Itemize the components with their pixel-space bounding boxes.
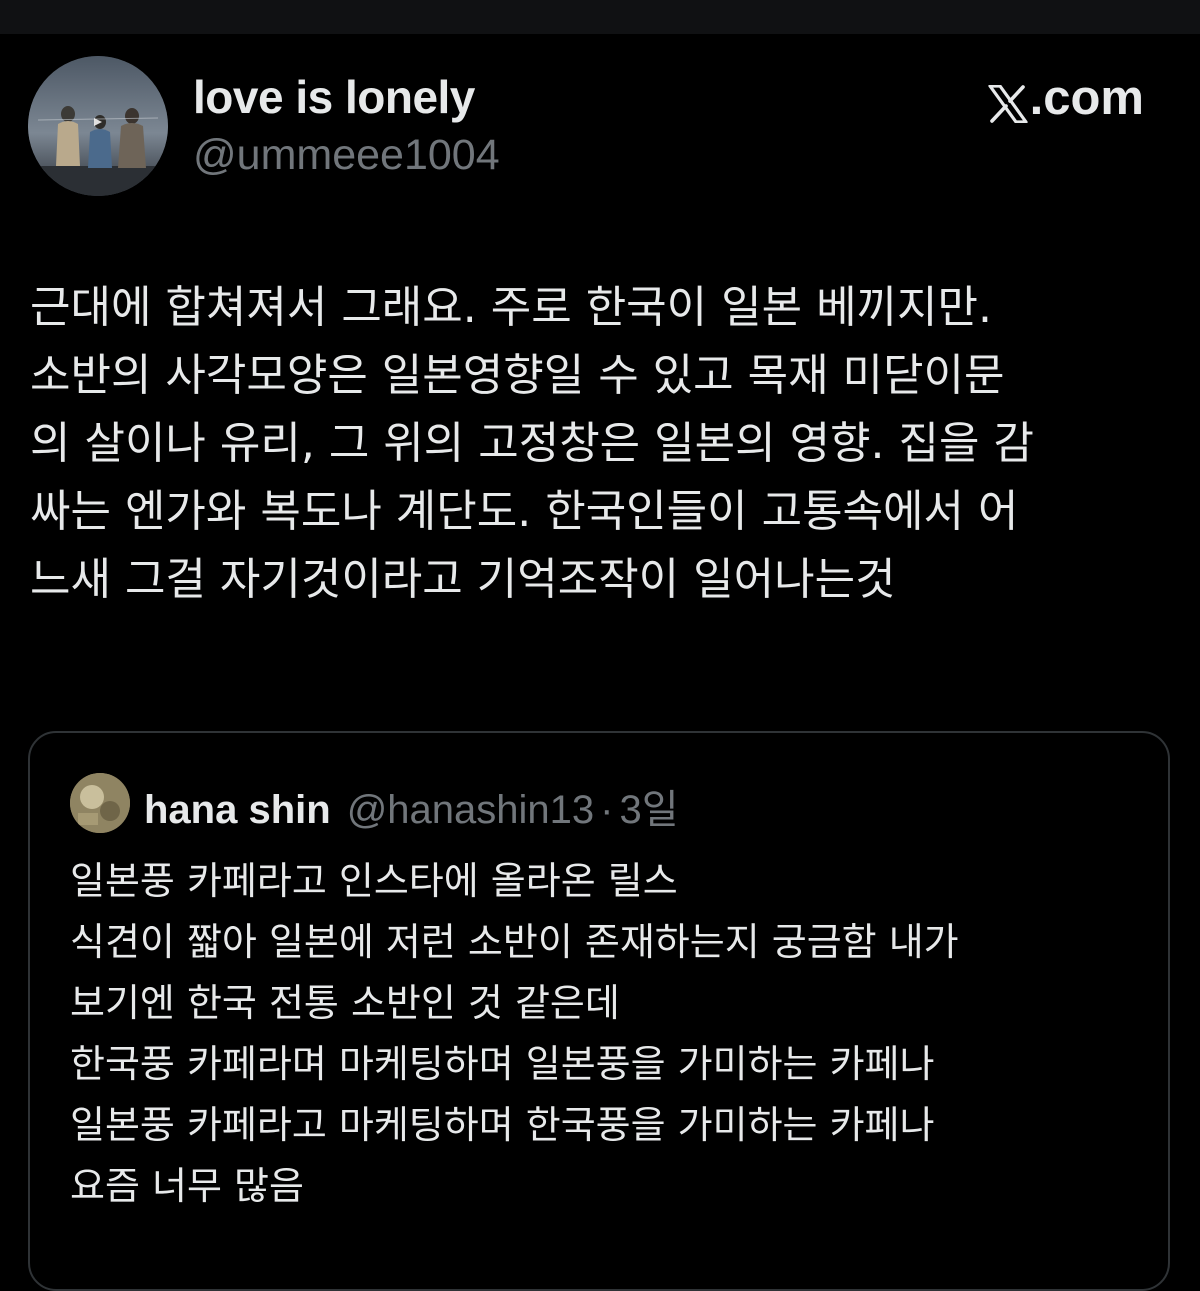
quote-body: 일본풍 카페라고 인스타에 올라온 릴스 식견이 짧아 일본에 저런 소반이 존… bbox=[70, 851, 1150, 1217]
quote-timestamp[interactable]: 3일 bbox=[620, 777, 679, 835]
quote-user-handle[interactable]: @hanashin13 bbox=[347, 788, 594, 833]
status-bar bbox=[0, 0, 1200, 34]
quote-avatar[interactable] bbox=[70, 773, 130, 833]
tweet-line: 근대에 합쳐져서 그래요. 주로 한국이 일본 베끼지만. bbox=[30, 282, 992, 333]
avatar[interactable] bbox=[28, 56, 168, 196]
source-link[interactable]: .com bbox=[988, 70, 1144, 126]
tweet-line: 소반의 사각모양은 일본영향일 수 있고 목재 미닫이문 bbox=[30, 350, 1005, 401]
tweet-line: 느새 그걸 자기것이라고 기억조작이 일어나는것 bbox=[30, 554, 896, 605]
quote-header: hana shin @hanashin13 · 3일 bbox=[144, 777, 679, 835]
user-handle[interactable]: @ummeee1004 bbox=[193, 131, 500, 180]
separator-dot: · bbox=[600, 788, 614, 832]
quote-display-name[interactable]: hana shin bbox=[144, 788, 331, 833]
quote-line: 일본풍 카페라고 마케팅하며 한국풍을 가미하는 카페나 bbox=[70, 1103, 935, 1147]
tweet-line: 싸는 엔가와 복도나 계단도. 한국인들이 고통속에서 어 bbox=[30, 486, 1019, 537]
quote-line: 일본풍 카페라고 인스타에 올라온 릴스 bbox=[70, 859, 678, 903]
display-name[interactable]: love is lonely bbox=[193, 70, 475, 124]
quote-line: 요즘 너무 많음 bbox=[70, 1164, 304, 1208]
source-domain: .com bbox=[1029, 71, 1144, 125]
quote-line: 보기엔 한국 전통 소반인 것 같은데 bbox=[70, 981, 620, 1025]
tweet-line: 의 살이나 유리, 그 위의 고정창은 일본의 영향. 집을 감 bbox=[30, 418, 1034, 469]
quote-line: 식견이 짧아 일본에 저런 소반이 존재하는지 궁금함 내가 bbox=[70, 920, 959, 964]
x-logo-icon bbox=[988, 79, 1028, 124]
quoted-tweet[interactable]: hana shin @hanashin13 · 3일 일본풍 카페라고 인스타에… bbox=[28, 731, 1170, 1291]
tweet-card[interactable]: love is lonely @ummeee1004 .com 근대에 합쳐져서… bbox=[0, 34, 1200, 1291]
quote-line: 한국풍 카페라며 마케팅하며 일본풍을 가미하는 카페나 bbox=[70, 1042, 935, 1086]
tweet-body: 근대에 합쳐져서 그래요. 주로 한국이 일본 베끼지만. 소반의 사각모양은 … bbox=[30, 274, 1170, 614]
